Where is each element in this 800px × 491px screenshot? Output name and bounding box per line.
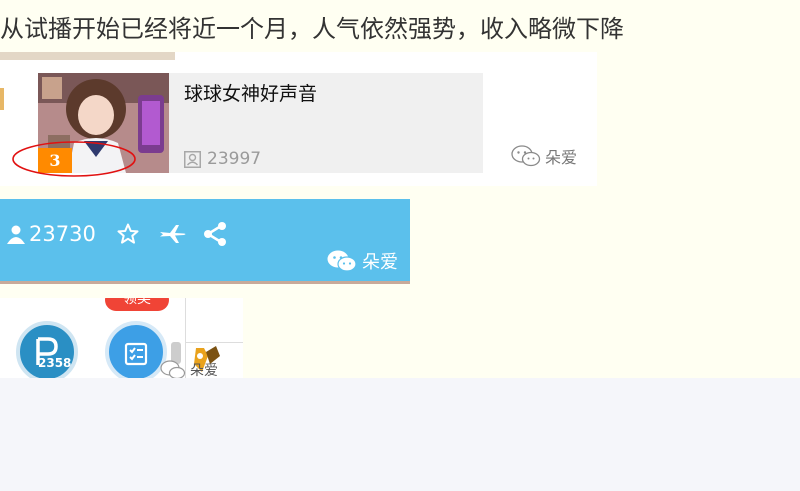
watermark-text: 朵爱 — [362, 252, 398, 273]
task-button[interactable] — [105, 321, 167, 378]
cropped-edge-line — [0, 281, 410, 284]
stream-stats-bar-screenshot: 23730 朵爱 — [0, 199, 410, 284]
wechat-icon — [160, 360, 186, 378]
wechat-icon — [327, 250, 357, 272]
watermark-text: 朵爱 — [544, 148, 577, 167]
wechat-icon — [511, 145, 541, 167]
plane-icon[interactable] — [158, 222, 188, 246]
parking-count: 2358 — [38, 356, 72, 370]
claim-reward-badge[interactable]: 领奖 — [105, 298, 169, 311]
viewer-count-row: 23997 — [184, 149, 261, 169]
cropped-thumbnail-edge — [0, 52, 175, 60]
user-icon — [184, 150, 201, 168]
highlight-circle — [12, 141, 136, 177]
viewer-count: 23997 — [207, 149, 262, 169]
viewer-count: 23730 — [29, 222, 96, 246]
viewer-stat: 23730 — [6, 222, 96, 246]
star-icon[interactable] — [116, 222, 140, 246]
app-buttons-screenshot: 2358 领奖 朵爱 — [0, 298, 243, 378]
stream-title[interactable]: 球球女神好声音 — [184, 79, 317, 106]
parking-button[interactable]: 2358 — [16, 321, 78, 378]
stats-row: 23730 — [6, 221, 228, 247]
watermark: 朵爱 — [160, 360, 218, 378]
watermark: 朵爱 — [326, 248, 398, 274]
watermark: 朵爱 — [511, 144, 577, 168]
cropped-edge-strip — [0, 88, 4, 110]
user-icon — [7, 225, 25, 244]
watermark-text: 朵爱 — [190, 363, 218, 378]
article-body: 从试播开始已经将近一个月，人气依然强势，收入略微下降 3 球球女神好声音 239… — [0, 0, 800, 378]
stream-card-screenshot: 3 球球女神好声音 23997 朵爱 — [0, 52, 597, 186]
article-headline: 从试播开始已经将近一个月，人气依然强势，收入略微下降 — [0, 15, 624, 43]
task-list-icon — [124, 342, 148, 366]
share-icon[interactable] — [202, 221, 228, 247]
